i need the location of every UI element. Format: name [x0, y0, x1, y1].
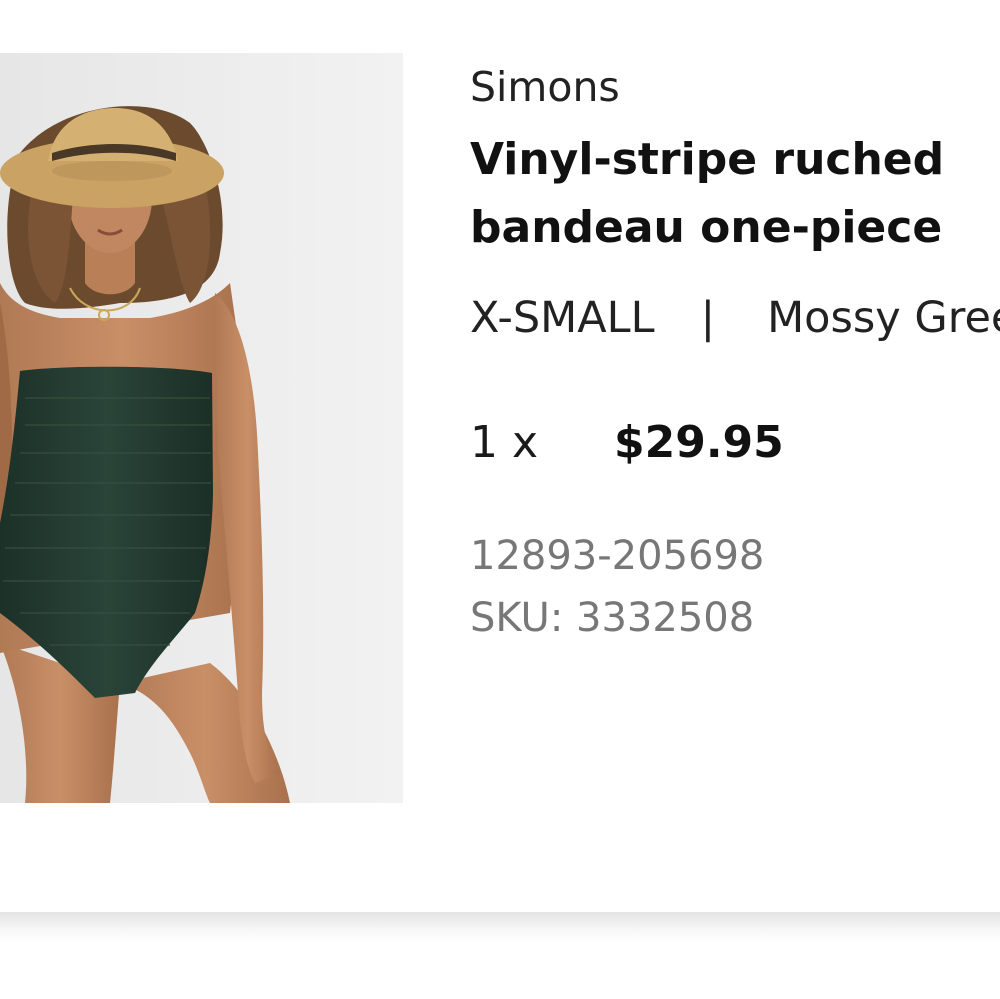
brand-name: Simons [470, 63, 620, 111]
quantity-label: 1 x [470, 417, 539, 468]
order-item-card: Simons Vinyl-stripe ruched bandeau one-p… [0, 0, 1000, 912]
variant-separator: | [700, 293, 716, 343]
quantity-price-row: 1 x $29.95 [470, 415, 784, 471]
card-bottom-edge [0, 912, 1000, 942]
product-title[interactable]: Vinyl-stripe ruched bandeau one-piece [470, 126, 1000, 262]
price-label: $29.95 [614, 417, 784, 468]
size-label: X-SMALL [470, 293, 655, 343]
item-number: 12893-205698 [470, 533, 765, 579]
model-wearing-swimsuit-illustration [0, 53, 403, 803]
variant-line: X-SMALL | Mossy Green [470, 290, 1000, 346]
color-label: Mossy Green [767, 293, 1000, 343]
product-codes: 12893-205698 SKU: 3332508 [470, 525, 764, 649]
product-photo[interactable] [0, 53, 403, 803]
sku-label: SKU: 3332508 [470, 595, 755, 641]
